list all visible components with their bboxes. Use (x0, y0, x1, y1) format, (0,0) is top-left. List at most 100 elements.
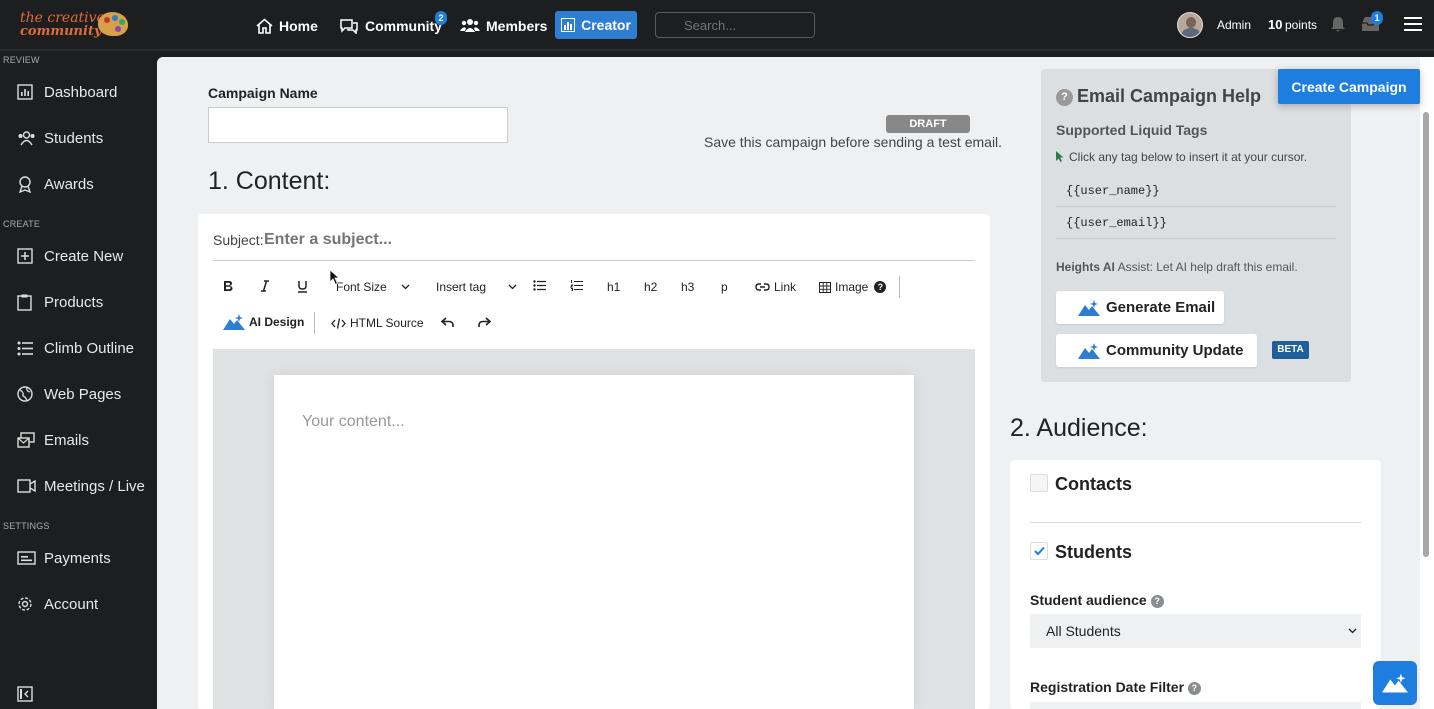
nav-home[interactable]: Home (256, 0, 318, 51)
subject-divider (213, 260, 975, 261)
chat-icon (340, 18, 358, 34)
content-placeholder[interactable]: Your content... (302, 413, 405, 431)
sidebar-item-climb-outline[interactable]: Climb Outline (0, 333, 157, 363)
font-size-label: Font Size (336, 280, 387, 294)
scrollbar-thumb[interactable] (1423, 112, 1429, 557)
points-value: 10 (1268, 17, 1283, 32)
sidebar-item-students[interactable]: Students (0, 123, 157, 153)
pointer-icon (1056, 151, 1064, 162)
help-title: Email Campaign Help (1077, 86, 1262, 106)
chevron-down-icon (1348, 628, 1357, 634)
section-create: CREATE (3, 219, 41, 229)
avatar[interactable] (1177, 12, 1203, 38)
contacts-checkbox[interactable] (1030, 474, 1048, 492)
sidebar-item-payments[interactable]: Payments (0, 543, 157, 573)
inbox-badge: 1 (1371, 11, 1383, 25)
students-checkbox[interactable] (1030, 542, 1048, 560)
registration-filter-input[interactable] (1030, 702, 1361, 709)
user-name[interactable]: Admin (1217, 18, 1251, 32)
community-update-button[interactable]: Community Update (1056, 334, 1257, 367)
paragraph-button[interactable]: p (721, 280, 728, 294)
sidebar-item-label: Web Pages (44, 385, 122, 403)
status-badge: DRAFT (886, 115, 970, 133)
bell-icon[interactable] (1330, 16, 1346, 33)
numbered-list-icon (570, 280, 583, 291)
sidebar-item-label: Students (44, 129, 104, 147)
registration-filter-label: Registration Date Filter (1030, 679, 1185, 695)
nav-community[interactable]: Community (339, 0, 442, 51)
collapse-sidebar-icon[interactable] (17, 686, 33, 702)
help-instruction: Click any tag below to insert it at your… (1069, 150, 1308, 164)
liquid-tag-user-name[interactable]: {{user_name}} (1056, 175, 1336, 207)
nav-home-label: Home (279, 17, 318, 34)
italic-icon (261, 280, 269, 292)
audience-card (1010, 460, 1381, 709)
undo-button[interactable] (441, 317, 454, 328)
users-icon (460, 19, 480, 32)
bold-icon (224, 281, 233, 291)
sidebar-item-awards[interactable]: Awards (0, 169, 157, 199)
insert-tag-select[interactable]: Insert tag (436, 280, 517, 294)
image-label: Image (835, 280, 869, 294)
redo-button[interactable] (478, 317, 491, 328)
sidebar-item-create-new[interactable]: Create New (0, 241, 157, 271)
nav-creator[interactable]: Creator (555, 11, 637, 39)
sidebar-item-dashboard[interactable]: Dashboard (0, 77, 157, 107)
chevron-down-icon (401, 284, 410, 290)
sidebar-item-emails[interactable]: Emails (0, 425, 157, 455)
bullet-list-button[interactable] (533, 280, 546, 291)
mountain-icon (223, 314, 245, 330)
sidebar-item-label: Meetings / Live (44, 477, 145, 495)
bullet-list-icon (533, 280, 546, 291)
font-size-select[interactable]: Font Size (336, 280, 410, 294)
image-button[interactable]: Image? (819, 280, 887, 294)
ai-assistant-fab[interactable] (1373, 661, 1417, 705)
sidebar-item-meetings[interactable]: Meetings / Live (0, 471, 157, 501)
h3-button[interactable]: h3 (681, 280, 694, 294)
link-button[interactable]: Link (755, 280, 796, 294)
h2-button[interactable]: h2 (644, 280, 657, 294)
sidebar-item-web-pages[interactable]: Web Pages (0, 379, 157, 409)
help-question-icon: ? (1056, 89, 1073, 106)
ai-design-button[interactable]: AI Design (223, 314, 304, 330)
sidebar-item-account[interactable]: Account (0, 589, 157, 619)
sidebar-item-label: Climb Outline (44, 339, 135, 357)
brand-line-2: community (20, 24, 102, 39)
html-source-button[interactable]: HTML Source (331, 316, 424, 330)
nav-members[interactable]: Members (460, 0, 547, 51)
italic-button[interactable] (260, 280, 270, 292)
audience-heading: 2. Audience: (1010, 414, 1148, 442)
create-campaign-button[interactable]: Create Campaign (1278, 69, 1420, 104)
sidebar-item-label: Awards (44, 175, 94, 193)
brand-logo[interactable]: the creative community (18, 8, 130, 42)
h1-button[interactable]: h1 (607, 280, 620, 294)
liquid-tag-user-email[interactable]: {{user_email}} (1056, 207, 1336, 239)
ai-design-label: AI Design (249, 315, 305, 329)
underline-button[interactable] (297, 280, 308, 293)
sidebar: REVIEW Dashboard Students Awards CREATE … (0, 51, 157, 709)
community-update-label: Community Update (1106, 342, 1244, 359)
student-audience-select[interactable]: All Students (1030, 614, 1361, 648)
scrollbar[interactable] (1420, 57, 1434, 709)
sidebar-item-products[interactable]: Products (0, 287, 157, 317)
bold-button[interactable] (223, 280, 233, 292)
numbered-list-button[interactable] (570, 280, 583, 291)
toolbar-divider (314, 312, 315, 334)
palette-icon (98, 12, 128, 36)
question-icon[interactable]: ? (1150, 594, 1164, 608)
contacts-label: Contacts (1055, 474, 1133, 494)
subject-input[interactable] (264, 226, 974, 254)
question-icon: ? (874, 281, 887, 293)
student-audience-value: All Students (1046, 623, 1121, 639)
campaign-name-input[interactable] (208, 107, 508, 143)
search-input[interactable] (655, 12, 815, 38)
table-icon (819, 281, 831, 293)
generate-email-button[interactable]: Generate Email (1056, 291, 1224, 324)
question-icon[interactable]: ? (1187, 681, 1201, 695)
list-icon (17, 341, 33, 355)
underline-icon (298, 281, 307, 293)
undo-icon (441, 317, 454, 327)
menu-icon[interactable] (1404, 17, 1422, 31)
toolbar-divider (899, 276, 900, 298)
check-icon (1034, 546, 1045, 556)
